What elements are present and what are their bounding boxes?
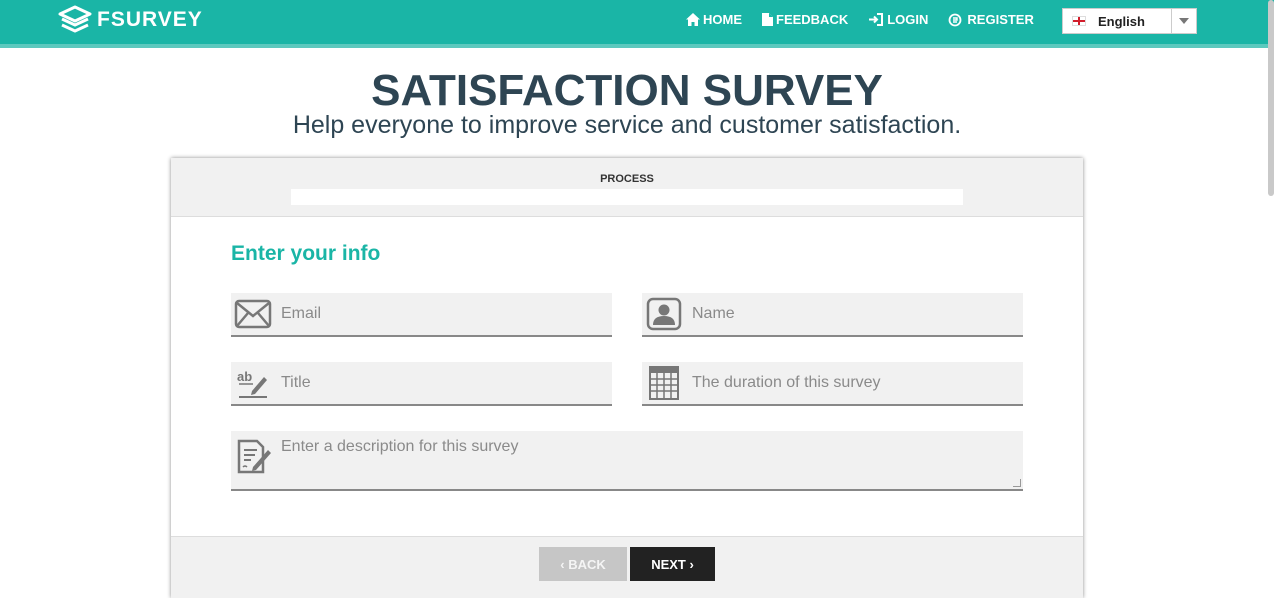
process-label: PROCESS (600, 173, 654, 185)
back-button[interactable]: ‹ BACK (539, 547, 627, 581)
next-button[interactable]: NEXT › (630, 547, 715, 581)
calendar-icon (642, 362, 686, 404)
brand-name: FSURVEY (97, 8, 203, 31)
chevron-down-icon[interactable] (1171, 9, 1196, 33)
language-selected: English (1098, 13, 1145, 29)
nav-link-label: FEEDBACK (776, 12, 849, 27)
nav-link-label: HOME (703, 12, 742, 27)
svg-text:ab: ab (237, 369, 252, 384)
back-button-label: BACK (568, 556, 606, 572)
duration-field[interactable] (642, 362, 1023, 406)
section-title: Enter your info (231, 242, 381, 265)
progress-bar (291, 189, 963, 205)
name-input[interactable] (692, 305, 992, 323)
email-input[interactable] (281, 305, 581, 323)
login-icon (869, 13, 884, 26)
title-field[interactable]: ab (231, 362, 612, 406)
nav-link-home[interactable]: HOME (686, 12, 742, 27)
register-icon (949, 13, 962, 26)
description-input[interactable] (281, 438, 1019, 488)
england-flag-icon (1072, 16, 1086, 26)
layers-icon (58, 5, 92, 33)
envelope-icon (231, 293, 275, 335)
chevron-right-icon: › (685, 556, 694, 572)
description-field[interactable] (231, 431, 1023, 491)
home-icon (686, 13, 700, 26)
title-input[interactable] (281, 374, 581, 392)
navbar-accent-line (0, 44, 1274, 48)
file-icon (762, 13, 773, 26)
name-field[interactable] (642, 293, 1023, 337)
page-scrollbar[interactable] (1268, 0, 1274, 196)
spell-check-icon: ab (231, 362, 275, 404)
nav-link-register[interactable]: REGISTER (948, 12, 1034, 27)
language-select[interactable]: English (1062, 8, 1197, 34)
chevron-left-icon: ‹ (560, 556, 569, 572)
card-footer: ‹ BACK NEXT › (171, 536, 1083, 598)
page-subtitle: Help everyone to improve service and cus… (292, 111, 962, 139)
process-header: PROCESS (171, 158, 1083, 217)
nav-links: HOME FEEDBACK LOGIN REGISTER (686, 12, 1054, 27)
resize-handle[interactable] (1013, 479, 1021, 487)
nav-link-feedback[interactable]: FEEDBACK (762, 12, 848, 27)
nav-link-label: LOGIN (887, 12, 929, 27)
nav-link-label: REGISTER (967, 12, 1034, 27)
email-field[interactable] (231, 293, 612, 337)
page-title: SATISFACTION SURVEY (371, 66, 883, 115)
document-edit-icon (235, 436, 271, 481)
duration-input[interactable] (692, 374, 992, 392)
survey-card: PROCESS Enter your info ab (171, 158, 1083, 598)
user-icon (642, 293, 686, 335)
next-button-label: NEXT (651, 556, 686, 572)
nav-link-login[interactable]: LOGIN (868, 12, 928, 27)
top-navbar: FSURVEY HOME FEEDBACK LOGIN REGISTER Eng… (0, 0, 1274, 48)
brand-logo[interactable]: FSURVEY (57, 4, 203, 36)
